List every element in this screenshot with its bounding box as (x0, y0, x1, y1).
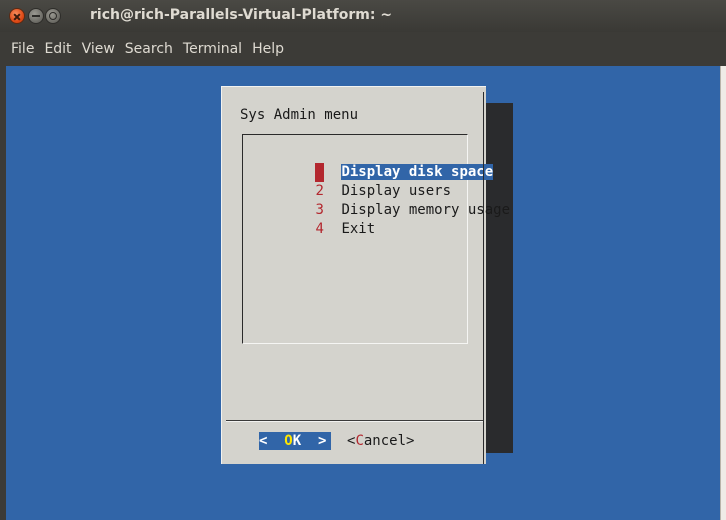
maximize-window-icon[interactable] (45, 8, 61, 24)
dialog-title: Sys Admin menu (240, 107, 359, 123)
window-title-bar[interactable]: rich@rich-Parallels-Virtual-Platform: ~ (0, 0, 726, 32)
ok-button[interactable]: < OK > (259, 432, 331, 450)
menu-item-tag: 4 (315, 221, 324, 237)
cancel-button[interactable]: <Cancel> (347, 432, 414, 450)
menu-item-4[interactable]: 4 Exit (248, 201, 375, 237)
menu-help[interactable]: Help (247, 32, 289, 66)
cancel-right-bracket: > (406, 433, 415, 449)
minimize-window-icon[interactable] (28, 8, 44, 24)
menu-dialog: Sys Admin menu 1 Display disk space 2 Disp… (221, 86, 510, 464)
menu-item-2[interactable]: 2 Display users (248, 163, 451, 199)
ok-hotkey: O (284, 433, 293, 449)
menu-edit[interactable]: Edit (39, 32, 76, 66)
cancel-hotkey: C (355, 433, 364, 449)
menu-item-label: Exit (341, 221, 376, 237)
menu-item-1[interactable]: 1 Display disk space (248, 144, 494, 182)
menu-search[interactable]: Search (120, 32, 178, 66)
menu-terminal[interactable]: Terminal (178, 32, 247, 66)
cancel-rest: ancel (363, 433, 407, 449)
menu-file[interactable]: File (6, 32, 39, 66)
scrollbar[interactable] (720, 66, 726, 520)
ok-rest: K (292, 433, 302, 449)
window-title: rich@rich-Parallels-Virtual-Platform: ~ (90, 7, 393, 23)
close-window-icon[interactable] (9, 8, 25, 24)
menu-bar: File Edit View Search Terminal Help (0, 32, 726, 66)
button-separator-highlight (226, 421, 484, 422)
ok-right-bracket: > (318, 433, 327, 449)
ok-left-bracket: < (259, 433, 268, 449)
terminal-area[interactable]: Sys Admin menu 1 Display disk space 2 Disp… (6, 66, 720, 520)
menu-list: 1 Display disk space 2 Display users 3 Disp… (242, 134, 510, 344)
menu-view[interactable]: View (77, 32, 120, 66)
menu-item-3[interactable]: 3 Display memory usage (248, 182, 510, 218)
